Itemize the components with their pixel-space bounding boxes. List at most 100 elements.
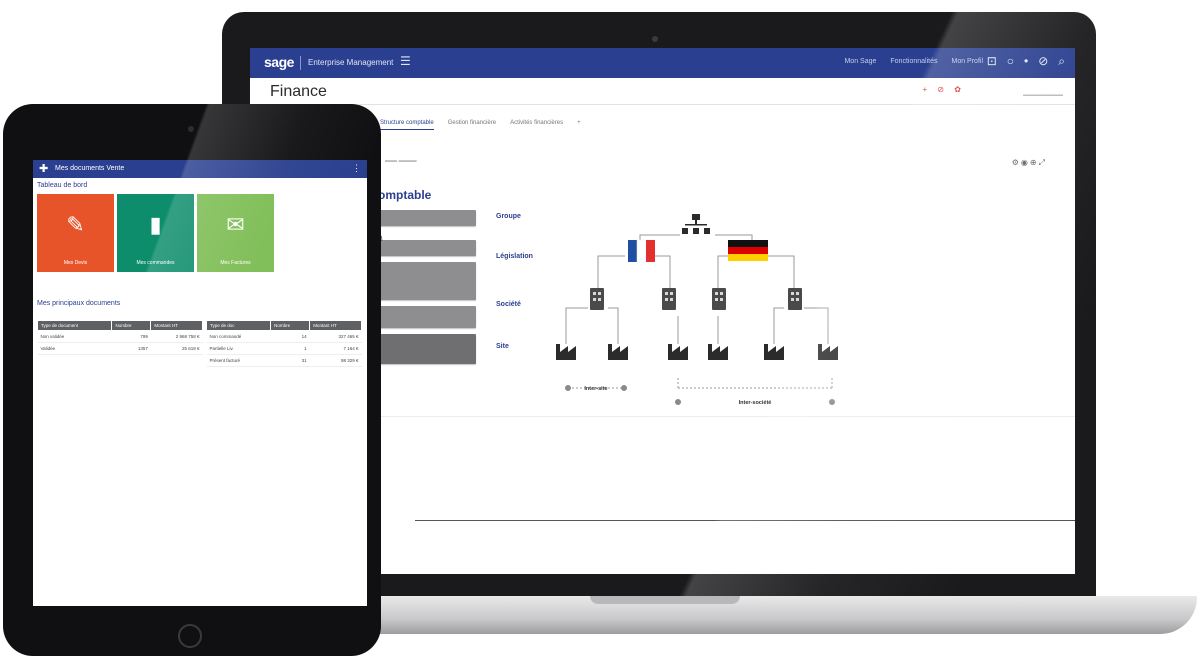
cell: Validée	[37, 342, 112, 355]
camera-icon	[188, 126, 194, 132]
cell: 1	[270, 342, 310, 355]
more-icon[interactable]: ⋮	[352, 163, 361, 174]
column-header[interactable]: Montant HT	[150, 320, 203, 331]
tablet-header: ✚ Mes documents Vente ⋮	[33, 160, 367, 178]
table-row[interactable]: Partielle Liv. 1 7 164 €	[206, 342, 362, 355]
left-button-5[interactable]	[378, 334, 476, 364]
laptop-base	[300, 596, 1197, 634]
tile-label: Mes Devis	[63, 260, 88, 266]
table-row[interactable]: Non validée 799 2 968 758 €	[37, 330, 203, 343]
chat-icon: ✉	[226, 212, 245, 237]
cell: 799	[111, 330, 151, 343]
tile-commandes[interactable]: ▮ Mes commandes	[117, 194, 194, 272]
top-links: Mon Sage Fonctionnalités Mon Profil	[844, 58, 983, 65]
documents-table-left: Type de document Nombre Montant HT Non v…	[36, 320, 203, 355]
link-fonctionnalites[interactable]: Fonctionnalités	[890, 58, 937, 65]
compass-icon[interactable]: ⊘	[1038, 54, 1048, 69]
page-title: Finance	[270, 83, 327, 100]
left-button-2[interactable]	[378, 240, 476, 256]
tablet-title: Mes documents Vente	[55, 165, 125, 172]
book-icon: ▮	[149, 212, 162, 237]
cell: 25 618 €	[150, 342, 203, 355]
header-note: ▬▬▬▬▬▬▬▬	[1023, 92, 1063, 98]
label-inter-societe: Inter-société	[739, 400, 772, 406]
user-icon[interactable]: ○	[1007, 54, 1014, 69]
groupe-icon	[682, 214, 710, 234]
cell: Présent facturé	[206, 354, 271, 367]
company-building-icons	[590, 288, 802, 310]
laptop-base-notch	[590, 596, 740, 604]
label-inter-site: Inter-site	[584, 386, 607, 392]
tile-devis[interactable]: ✎ Mes Devis	[37, 194, 114, 272]
bell-icon[interactable]: •	[1024, 54, 1028, 69]
divider	[300, 56, 301, 70]
tablet-frame: ✚ Mes documents Vente ⋮ Tableau de bord …	[3, 104, 381, 656]
column-header[interactable]: Type de document	[36, 320, 113, 331]
left-button-1[interactable]	[378, 210, 476, 226]
documents-table-right: Type de doc Nombre Montant HT Non comman…	[205, 320, 362, 367]
cell: 2 968 758 €	[150, 330, 203, 343]
cell: 31	[270, 354, 310, 367]
table-row[interactable]: Non commandé 14 327 465 €	[206, 330, 362, 343]
sage-logo[interactable]: sage	[264, 54, 294, 70]
label-groupe: Groupe	[496, 213, 521, 220]
org-diagram: Inter-site Inter-société	[556, 214, 838, 406]
section-title: omptable	[378, 188, 432, 202]
breadcrumb: ▬▬ ▬▬▬	[385, 158, 417, 164]
table-row[interactable]: Présent facturé 31 98 329 €	[206, 354, 362, 367]
column-header[interactable]: Nombre	[270, 320, 311, 331]
france-flag-icon	[628, 239, 655, 263]
table-header-row: Type de document Nombre Montant HT	[36, 320, 203, 331]
label-societe: Société	[496, 301, 521, 308]
documents-title: Mes principaux documents	[37, 300, 121, 307]
table-row[interactable]: Validée 1357 25 618 €	[37, 342, 203, 355]
left-button-4[interactable]	[378, 306, 476, 328]
label-legislation: Législation	[496, 253, 533, 260]
divider-line-bottom	[415, 520, 1075, 521]
home-button[interactable]	[178, 624, 202, 648]
tile-label: Mes commandes	[136, 260, 175, 266]
cell: 1357	[111, 342, 151, 355]
tab-add-icon[interactable]: +	[577, 120, 581, 130]
cell: 7 164 €	[309, 342, 362, 355]
column-header[interactable]: Montant HT	[309, 320, 362, 331]
help-icon[interactable]: ⊡	[987, 54, 997, 69]
camera-icon	[652, 36, 658, 42]
dashboard-title: Tableau de bord	[37, 182, 88, 189]
label-site: Site	[496, 343, 509, 350]
tablet-screen: ✚ Mes documents Vente ⋮ Tableau de bord …	[33, 160, 367, 606]
tab-activites[interactable]: Activités financières	[510, 120, 563, 130]
column-header[interactable]: Nombre	[111, 320, 152, 331]
site-factory-icons	[556, 344, 838, 360]
cell: Non validée	[37, 330, 112, 343]
cell: 98 329 €	[309, 354, 362, 367]
product-name: Enterprise Management	[308, 58, 394, 67]
column-header[interactable]: Type de doc	[205, 320, 272, 331]
left-button-stack	[378, 210, 476, 370]
link-mon-sage[interactable]: Mon Sage	[844, 58, 876, 65]
tile-factures[interactable]: ✉ Mes Factures	[197, 194, 274, 272]
header-action-icons[interactable]: + ⊘ ✿	[922, 85, 965, 94]
left-button-3[interactable]	[378, 262, 476, 300]
add-icon[interactable]: ✚	[39, 162, 48, 175]
cell: 14	[270, 330, 310, 343]
divider-line	[375, 416, 1075, 417]
toolbar-icons[interactable]: ⚙◉⊕⤢	[1012, 158, 1047, 168]
document-icon: ✎	[66, 212, 85, 237]
app-topbar: sage Enterprise Management ☰ Mon Sage Fo…	[250, 48, 1075, 78]
link-mon-profil[interactable]: Mon Profil	[951, 58, 983, 65]
cell: Partielle Liv.	[206, 342, 271, 355]
page-header: Finance + ⊘ ✿ ▬▬▬▬▬▬▬▬	[250, 78, 1075, 105]
connector-lines	[565, 234, 833, 389]
tile-label: Mes Factures	[220, 260, 251, 266]
germany-flag-icon	[728, 240, 768, 261]
cell: Non commandé	[206, 330, 271, 343]
tab-gestion[interactable]: Gestion financière	[448, 120, 496, 130]
tab-bar: Structure comptable Gestion financière A…	[380, 120, 581, 130]
search-icon[interactable]: ⌕	[1058, 54, 1065, 69]
table-header-row: Type de doc Nombre Montant HT	[205, 320, 362, 331]
hamburger-icon[interactable]: ☰	[400, 54, 411, 68]
tab-structure[interactable]: Structure comptable	[380, 120, 434, 130]
top-icons: ⊡ ○ • ⊘ ⌕	[987, 54, 1065, 69]
dashboard-tiles: ✎ Mes Devis ▮ Mes commandes ✉ Mes Factur…	[37, 194, 274, 272]
